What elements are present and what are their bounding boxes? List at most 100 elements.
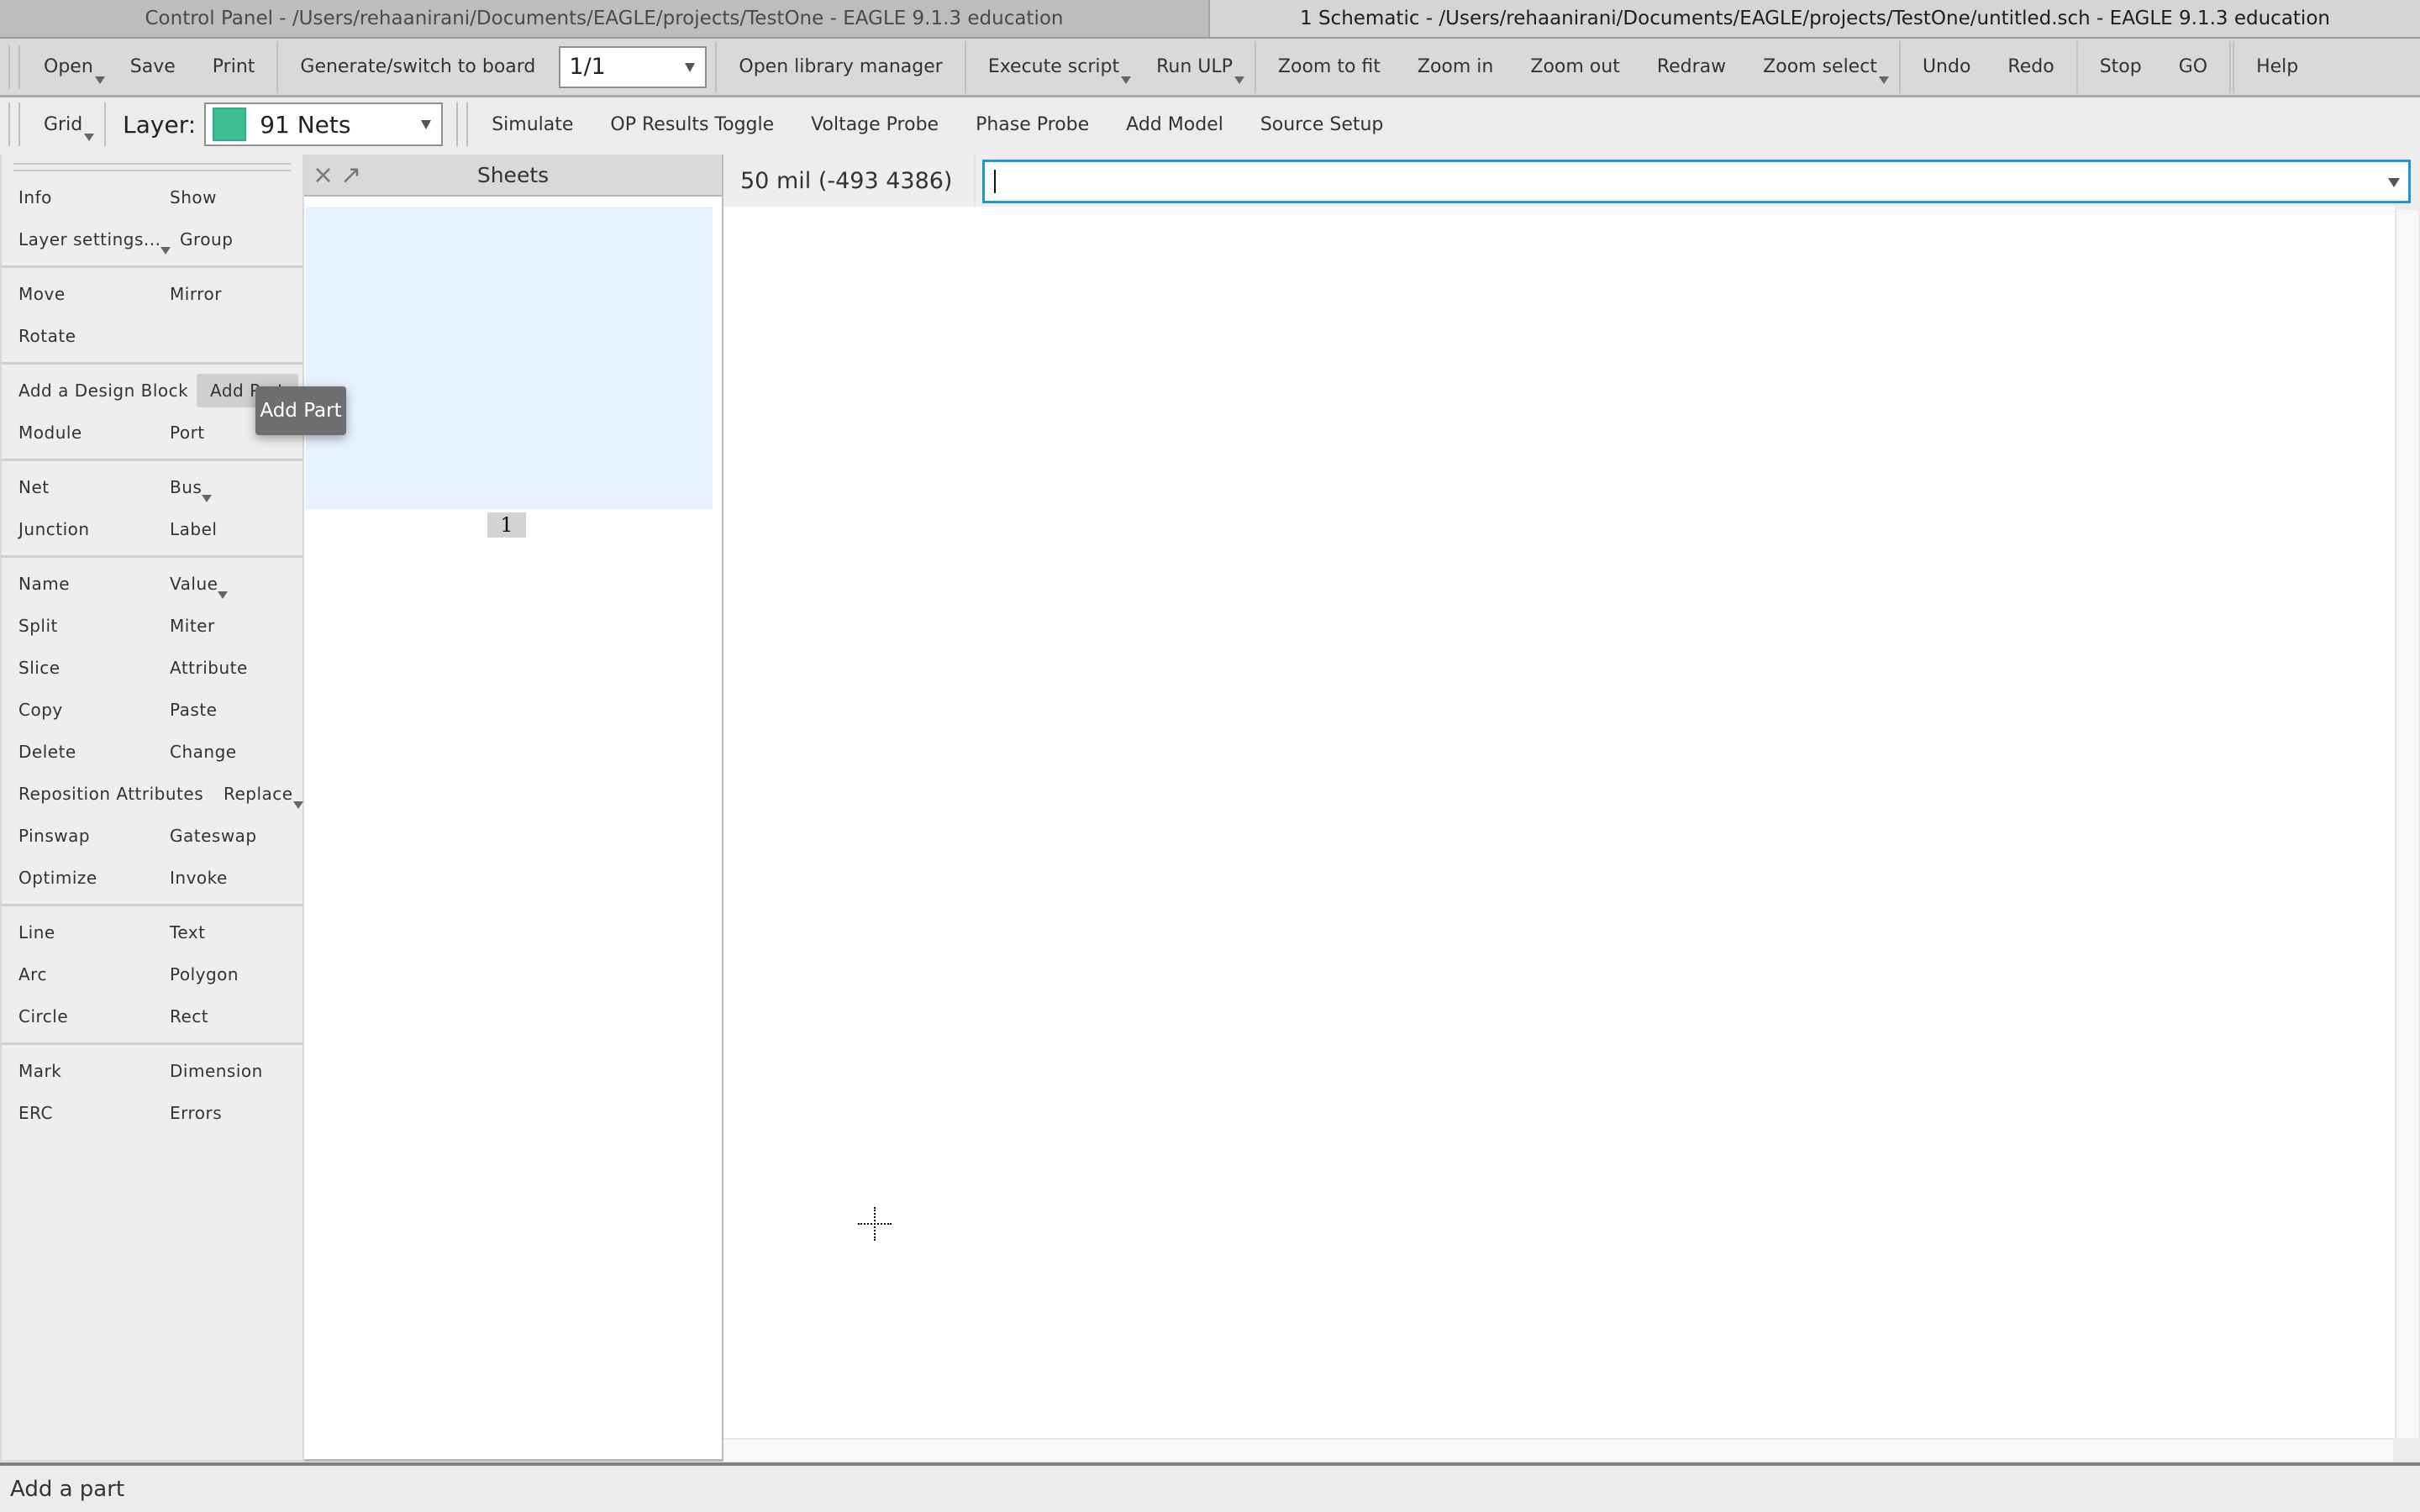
window-tab-control-panel[interactable]: Control Panel - /Users/rehaanirani/Docum… (0, 0, 1210, 37)
command-attribute-button[interactable]: Attribute (170, 651, 248, 685)
simulate-button[interactable]: Simulate (473, 99, 592, 150)
command-label: Mirror (170, 284, 222, 304)
command-erc-button[interactable]: ERC (18, 1096, 53, 1130)
command-row: Junction Label (2, 508, 302, 550)
sheets-header: × ↗ Sheets (304, 155, 722, 197)
command-module-button[interactable]: Module (18, 416, 82, 449)
command-label-button[interactable]: Label (170, 512, 217, 546)
open-label: Open (44, 56, 93, 77)
phase-probe-button[interactable]: Phase Probe (957, 99, 1107, 150)
command-row: Move Mirror (2, 273, 302, 315)
redraw-button[interactable]: Redraw (1639, 42, 1744, 92)
command-move-button[interactable]: Move (18, 277, 66, 311)
command-label: Add a Design Block (18, 381, 189, 401)
command-group: Move Mirror Rotate (2, 268, 302, 365)
command-arc-button[interactable]: Arc (18, 958, 47, 991)
command-add-a-design-block-button[interactable]: Add a Design Block (18, 374, 188, 407)
command-miter-button[interactable]: Miter (170, 609, 215, 643)
command-change-button[interactable]: Change (170, 735, 237, 769)
main-toolbar: Open Save Print Generate/switch to board… (0, 39, 2420, 97)
command-gateswap-button[interactable]: Gateswap (170, 819, 257, 853)
vertical-scrollbar[interactable] (2395, 210, 2418, 1438)
float-panel-icon[interactable]: ↗ (340, 160, 361, 190)
command-show-button[interactable]: Show (170, 181, 217, 214)
command-rotate-button[interactable]: Rotate (18, 319, 76, 353)
toolbar-separator (715, 40, 718, 93)
zoom-select-button[interactable]: Zoom select (1744, 42, 1896, 92)
command-copy-button[interactable]: Copy (18, 693, 63, 727)
command-mark-button[interactable]: Mark (18, 1054, 61, 1088)
command-value-button[interactable]: Value (170, 567, 229, 601)
command-port-button[interactable]: Port (170, 416, 205, 449)
command-junction-button[interactable]: Junction (18, 512, 90, 546)
command-dimension-button[interactable]: Dimension (170, 1054, 263, 1088)
sheet-select[interactable]: 1/1 (559, 45, 708, 88)
command-label: Slice (18, 658, 60, 678)
command-paste-button[interactable]: Paste (170, 693, 217, 727)
command-layer-settings-button[interactable]: Layer settings... (18, 223, 171, 256)
horizontal-scrollbar[interactable] (723, 1438, 2393, 1462)
add-model-button[interactable]: Add Model (1107, 99, 1242, 150)
execute-script-button[interactable]: Execute script (970, 42, 1138, 92)
command-polygon-button[interactable]: Polygon (170, 958, 239, 991)
sheet-thumbnail[interactable] (306, 207, 713, 509)
open-button[interactable]: Open (25, 42, 112, 92)
window-title-bar: Control Panel - /Users/rehaanirani/Docum… (0, 0, 2420, 39)
command-delete-button[interactable]: Delete (18, 735, 76, 769)
command-circle-button[interactable]: Circle (18, 1000, 68, 1033)
command-text-button[interactable]: Text (170, 916, 205, 949)
panel-grip[interactable] (13, 163, 291, 171)
source-setup-button[interactable]: Source Setup (1242, 99, 1402, 150)
open-library-manager-button[interactable]: Open library manager (720, 42, 960, 92)
undo-button[interactable]: Undo (1904, 42, 1989, 92)
command-line-button[interactable]: Line (18, 916, 55, 949)
stop-button[interactable]: Stop (2081, 42, 2160, 92)
command-label: Name (18, 574, 71, 594)
redo-button[interactable]: Redo (1989, 42, 2072, 92)
command-label: Copy (18, 700, 63, 720)
op-results-toggle-button[interactable]: OP Results Toggle (592, 99, 792, 150)
sheet-select-value: 1/1 (569, 54, 606, 80)
command-row: Copy Paste (2, 689, 302, 731)
command-info-button[interactable]: Info (18, 181, 52, 214)
schematic-canvas[interactable] (723, 207, 2395, 1438)
command-bus-button[interactable]: Bus (170, 470, 213, 504)
command-net-button[interactable]: Net (18, 470, 50, 504)
run-ulp-button[interactable]: Run ULP (1138, 42, 1251, 92)
command-split-button[interactable]: Split (18, 609, 58, 643)
chevron-down-icon[interactable] (2388, 178, 2400, 187)
command-label: Bus (170, 477, 203, 497)
command-label: Reposition Attributes (18, 784, 204, 804)
command-name-button[interactable]: Name (18, 567, 70, 601)
generate-board-button[interactable]: Generate/switch to board (281, 42, 554, 92)
grid-button[interactable]: Grid (25, 99, 101, 150)
print-button[interactable]: Print (194, 42, 274, 92)
toolbar-grip[interactable] (456, 102, 469, 146)
close-icon[interactable]: × (313, 160, 334, 190)
command-label: Net (18, 477, 50, 497)
sheet-number[interactable]: 1 (487, 512, 526, 538)
toolbar-grip[interactable] (8, 102, 20, 146)
command-group-button[interactable]: Group (180, 223, 233, 256)
command-slice-button[interactable]: Slice (18, 651, 60, 685)
command-rect-button[interactable]: Rect (170, 1000, 208, 1033)
command-reposition-attributes-button[interactable]: Reposition Attributes (18, 777, 203, 811)
command-pinswap-button[interactable]: Pinswap (18, 819, 90, 853)
command-replace-button[interactable]: Replace (224, 777, 303, 811)
command-mirror-button[interactable]: Mirror (170, 277, 222, 311)
layer-select[interactable]: 91 Nets (204, 102, 444, 146)
zoom-in-button[interactable]: Zoom in (1399, 42, 1512, 92)
dropdown-arrow-icon (160, 247, 171, 255)
toolbar-grip[interactable] (8, 45, 20, 89)
command-errors-button[interactable]: Errors (170, 1096, 222, 1130)
zoom-to-fit-button[interactable]: Zoom to fit (1260, 42, 1399, 92)
command-input[interactable] (982, 160, 2411, 203)
window-tab-schematic[interactable]: 1 Schematic - /Users/rehaanirani/Documen… (1210, 0, 2420, 37)
command-optimize-button[interactable]: Optimize (18, 861, 97, 895)
save-button[interactable]: Save (112, 42, 194, 92)
command-invoke-button[interactable]: Invoke (170, 861, 228, 895)
voltage-probe-button[interactable]: Voltage Probe (792, 99, 957, 150)
help-button[interactable]: Help (2238, 42, 2317, 92)
zoom-out-button[interactable]: Zoom out (1512, 42, 1638, 92)
go-button[interactable]: GO (2160, 42, 2226, 92)
